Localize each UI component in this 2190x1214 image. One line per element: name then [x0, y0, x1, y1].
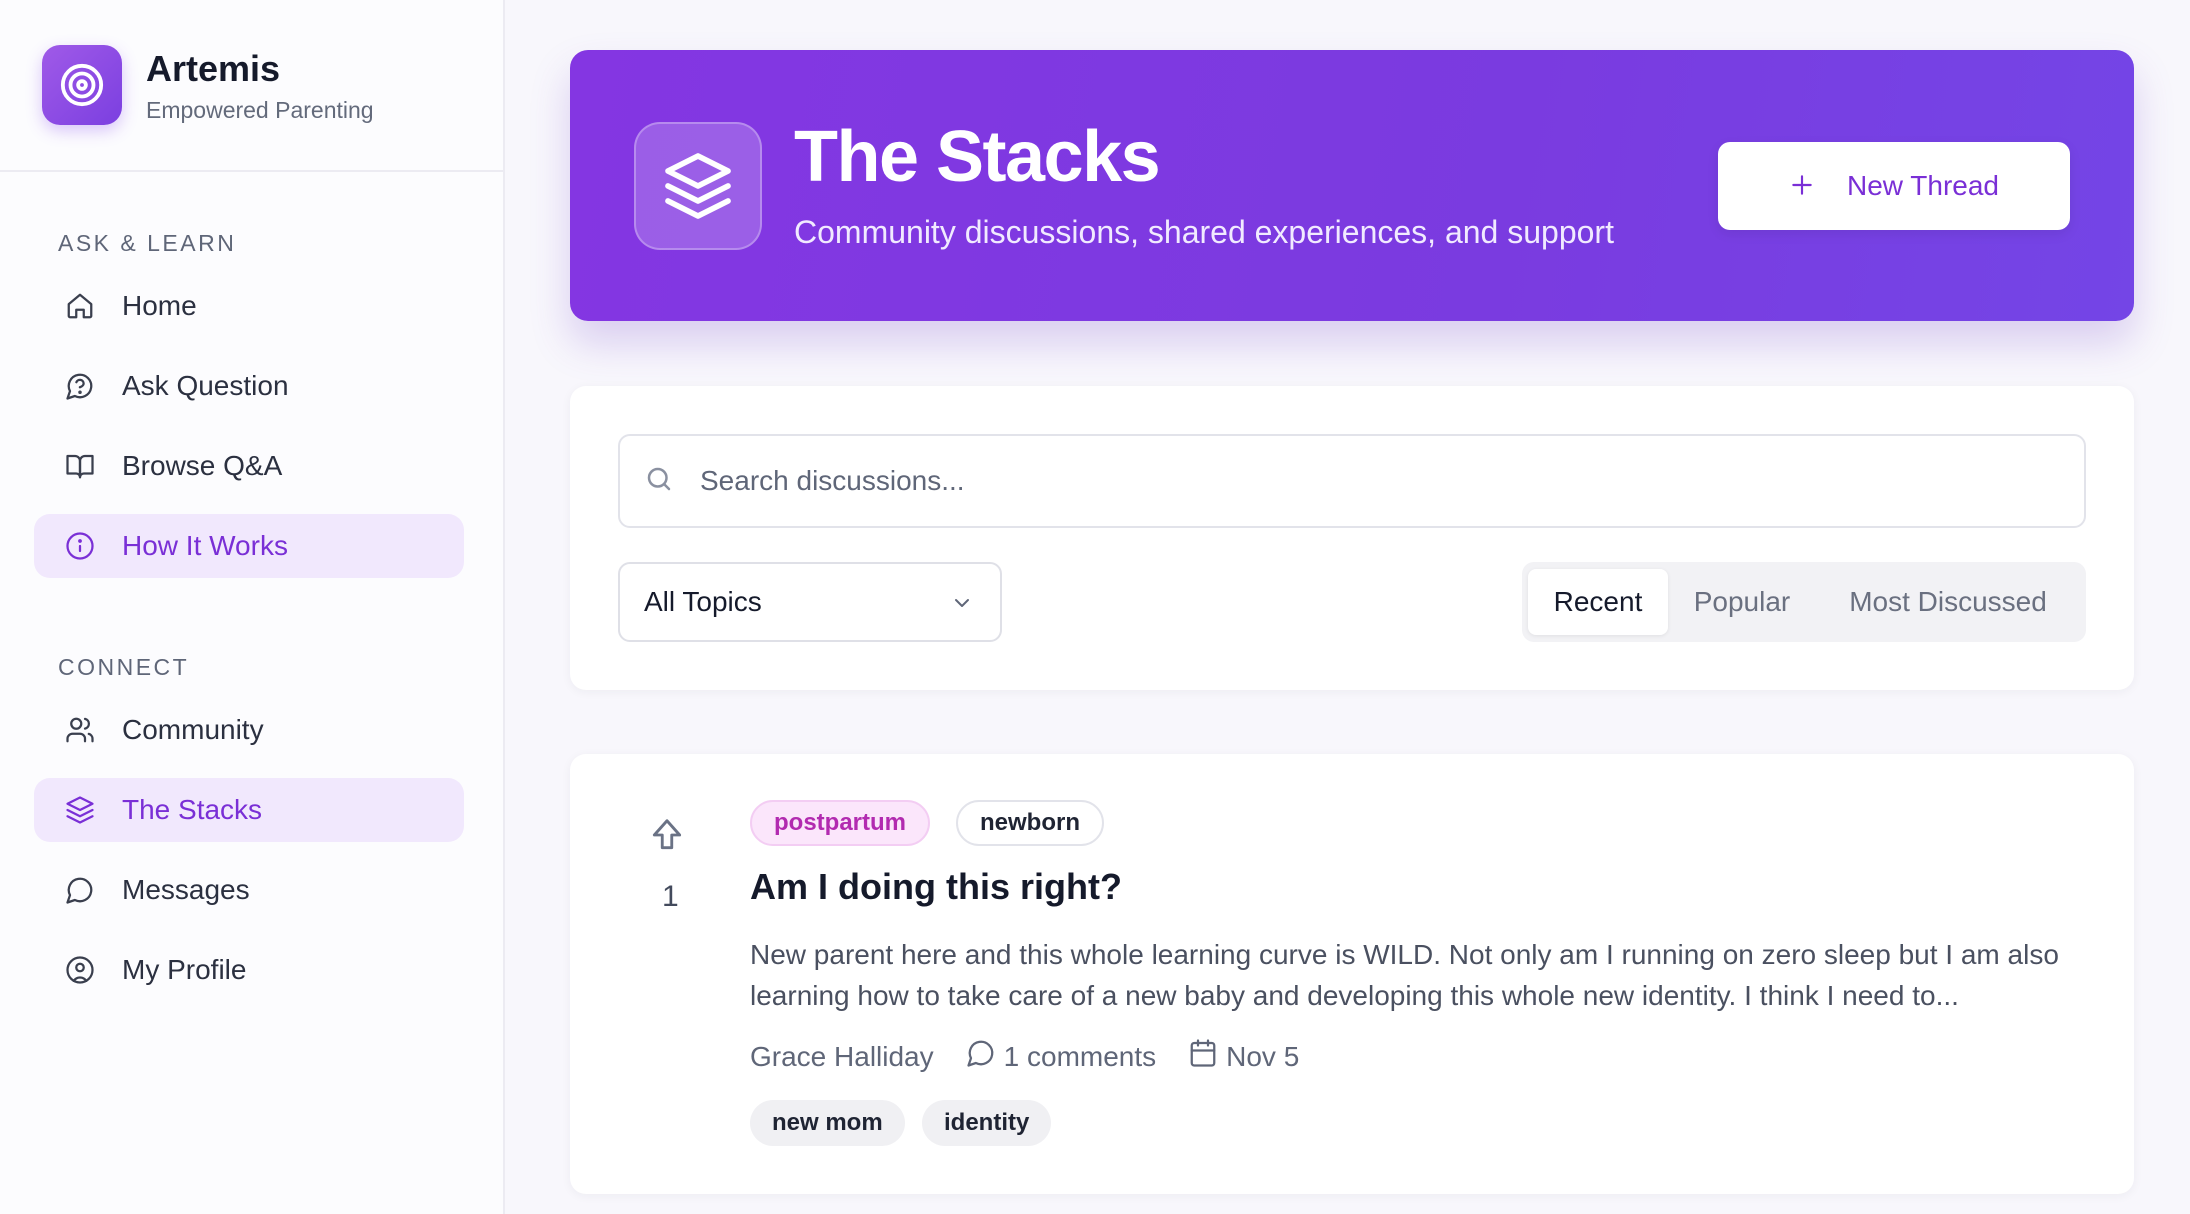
book-open-icon — [64, 450, 96, 482]
users-icon — [64, 714, 96, 746]
sidebar-item-home[interactable]: Home — [34, 274, 464, 338]
sidebar-item-how-it-works[interactable]: How It Works — [34, 514, 464, 578]
sort-option-popular[interactable]: Popular — [1668, 569, 1816, 635]
comment-count: 1 comments — [1003, 1040, 1157, 1072]
vote-count: 1 — [662, 880, 679, 913]
tag-postpartum[interactable]: postpartum — [750, 800, 930, 846]
question-bubble-icon — [64, 370, 96, 402]
page-title: The Stacks — [794, 117, 1161, 197]
filter-panel: All Topics Recent Popular Most Discussed — [570, 386, 2134, 690]
search-icon — [644, 464, 674, 499]
sidebar-item-label: How It Works — [122, 530, 288, 561]
sort-option-recent[interactable]: Recent — [1528, 569, 1668, 635]
new-thread-button[interactable]: New Thread — [1718, 142, 2070, 230]
thread-date: Nov 5 — [1226, 1040, 1300, 1072]
thread-card[interactable]: 1 postpartum newborn Am I doing this rig… — [570, 754, 2134, 1194]
target-icon[interactable] — [42, 45, 122, 125]
sidebar-item-label: The Stacks — [122, 794, 263, 825]
tag-newborn[interactable]: newborn — [956, 800, 1104, 846]
section-label-connect: CONNECT — [58, 654, 190, 680]
sidebar-item-community[interactable]: Community — [34, 698, 464, 762]
section-label-ask-learn: ASK & LEARN — [58, 230, 237, 256]
sort-option-most-discussed[interactable]: Most Discussed — [1816, 569, 2080, 635]
tag-identity[interactable]: identity — [922, 1100, 1052, 1146]
thread-author[interactable]: Grace Halliday — [750, 1041, 934, 1073]
sidebar-item-label: Ask Question — [122, 370, 289, 401]
sidebar: Artemis Empowered Parenting ASK & LEARN … — [0, 0, 505, 1214]
message-circle-icon — [64, 874, 96, 906]
sidebar-item-messages[interactable]: Messages — [34, 858, 464, 922]
home-icon — [64, 290, 96, 322]
hero-banner: The Stacks Community discussions, shared… — [570, 50, 2134, 321]
sidebar-item-label: Home — [122, 290, 197, 321]
sidebar-item-browse-qa[interactable]: Browse Q&A — [34, 434, 464, 498]
sidebar-item-label: My Profile — [122, 954, 247, 985]
brand-header: Artemis Empowered Parenting — [0, 0, 503, 172]
thread-title[interactable]: Am I doing this right? — [750, 866, 1122, 908]
chevron-down-icon — [950, 590, 974, 622]
page-subtitle: Community discussions, shared experience… — [794, 214, 1614, 250]
topic-select[interactable]: All Topics — [618, 562, 1002, 642]
plus-icon — [1789, 165, 1815, 207]
brand-tagline: Empowered Parenting — [146, 96, 374, 123]
sidebar-item-my-profile[interactable]: My Profile — [34, 938, 464, 1002]
upvote-arrow-icon[interactable] — [648, 816, 686, 859]
sidebar-item-label: Community — [122, 714, 264, 745]
comment-icon — [966, 1038, 1004, 1075]
sort-segmented-control: Recent Popular Most Discussed — [1522, 562, 2086, 642]
search-box[interactable] — [618, 434, 2086, 528]
thread-excerpt: New parent here and this whole learning … — [750, 939, 2059, 1011]
topic-select-value: All Topics — [644, 586, 762, 617]
calendar-icon — [1188, 1038, 1226, 1075]
brand-name: Artemis — [146, 47, 281, 89]
layers-icon — [634, 122, 762, 250]
tag-new-mom[interactable]: new mom — [750, 1100, 905, 1146]
user-circle-icon — [64, 954, 96, 986]
thread-meta: Grace Halliday 1 comments Nov 5 — [750, 1038, 1299, 1075]
layers-icon — [64, 794, 96, 826]
sidebar-item-label: Browse Q&A — [122, 450, 283, 481]
sidebar-item-the-stacks[interactable]: The Stacks — [34, 778, 464, 842]
search-input[interactable] — [700, 465, 2000, 497]
sidebar-item-ask-question[interactable]: Ask Question — [34, 354, 464, 418]
info-icon — [64, 530, 96, 562]
new-thread-label: New Thread — [1846, 170, 1999, 201]
sidebar-item-label: Messages — [122, 874, 250, 905]
